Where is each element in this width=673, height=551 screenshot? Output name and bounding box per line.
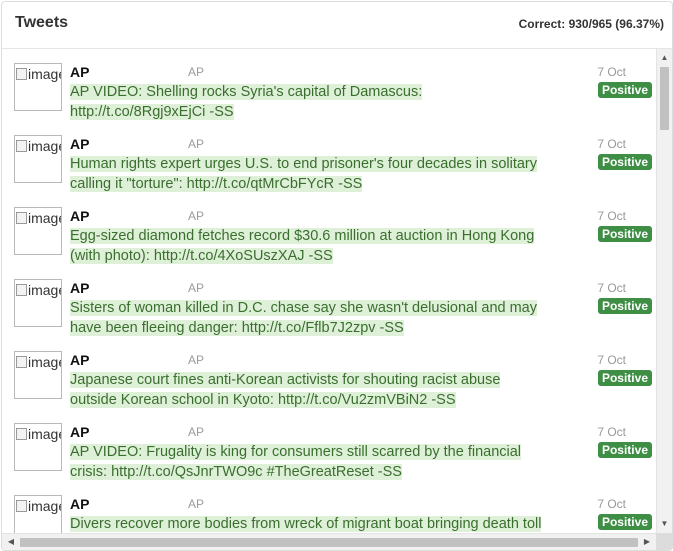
tweet-text-line: AP VIDEO: Shelling rocks Syria's capital… <box>70 84 423 100</box>
broken-image-icon <box>16 428 27 440</box>
avatar-alt-text: image <box>28 498 61 514</box>
broken-image-placeholder: image <box>16 498 61 514</box>
avatar-alt-text: image <box>28 282 61 298</box>
tweet-item: image AP AP 7 Oct Positive Japanese cour… <box>2 337 656 409</box>
avatar-alt-text: image <box>28 66 61 82</box>
tweet-handle: AP <box>188 209 205 223</box>
tweet-text: Japanese court fines anti-Korean activis… <box>70 370 560 410</box>
accuracy-summary: Correct: 930/965 (96.37%) <box>518 17 664 31</box>
tweet-date: 7 Oct <box>597 281 626 295</box>
scroll-right-arrow-icon[interactable]: ▶ <box>640 535 654 549</box>
scrollbar-corner <box>656 533 672 550</box>
avatar-alt-text: image <box>28 354 61 370</box>
tweet-text: Sisters of woman killed in D.C. chase sa… <box>70 298 560 338</box>
sentiment-label-badge: Positive <box>597 82 652 98</box>
tweet-item: image AP AP 7 Oct Positive Human rights … <box>2 121 656 193</box>
tweet-text: Egg-sized diamond fetches record $30.6 m… <box>70 226 560 266</box>
broken-image-icon <box>16 140 27 152</box>
tweet-handle: AP <box>188 137 205 151</box>
avatar: image <box>14 135 62 183</box>
tweet-item: image AP AP 7 Oct Positive AP VIDEO: She… <box>2 49 656 121</box>
tweet-text-line: AP VIDEO: Frugality is king for consumer… <box>70 444 522 460</box>
broken-image-icon <box>16 500 27 512</box>
tweet-handle: AP <box>188 65 205 79</box>
tweet-text-line: Divers recover more bodies from wreck of… <box>70 516 542 532</box>
avatar-alt-text: image <box>28 210 61 226</box>
tweet-text-line: Japanese court fines anti-Korean activis… <box>70 372 501 388</box>
tweet-text-line: Human rights expert urges U.S. to end pr… <box>70 156 537 172</box>
tweet-text: AP VIDEO: Frugality is king for consumer… <box>70 442 560 482</box>
tweet-text-line: calling it "torture": http://t.co/qtMrCb… <box>70 176 363 192</box>
broken-image-icon <box>16 68 27 80</box>
vertical-scrollbar[interactable]: ▲ ▼ <box>656 49 672 533</box>
avatar: image <box>14 351 62 399</box>
broken-image-placeholder: image <box>16 66 61 82</box>
panel-header: Tweets Correct: 930/965 (96.37%) <box>2 2 672 49</box>
tweet-item: image AP AP 7 Oct Positive Egg-sized dia… <box>2 193 656 265</box>
sentiment-label-badge: Positive <box>597 226 652 242</box>
broken-image-placeholder: image <box>16 138 61 154</box>
tweets-panel: Tweets Correct: 930/965 (96.37%) image A… <box>1 1 673 551</box>
sentiment-label-badge: Positive <box>597 442 652 458</box>
tweet-date: 7 Oct <box>597 137 626 151</box>
tweet-list[interactable]: image AP AP 7 Oct Positive AP VIDEO: She… <box>2 49 656 533</box>
tweet-date: 7 Oct <box>597 65 626 79</box>
tweet-date: 7 Oct <box>597 425 626 439</box>
tweet-author: AP <box>70 280 90 296</box>
avatar-alt-text: image <box>28 138 61 154</box>
tweet-item: image AP AP 7 Oct Positive Divers recove… <box>2 481 656 533</box>
panel-title: Tweets <box>15 14 69 31</box>
tweet-handle: AP <box>188 497 205 511</box>
tweet-text-line: Sisters of woman killed in D.C. chase sa… <box>70 300 537 316</box>
tweet-text: AP VIDEO: Shelling rocks Syria's capital… <box>70 82 560 122</box>
tweet-author: AP <box>70 496 90 512</box>
sentiment-label-badge: Positive <box>597 370 652 386</box>
sentiment-label-badge: Positive <box>597 298 652 314</box>
tweet-author: AP <box>70 136 90 152</box>
avatar: image <box>14 207 62 255</box>
sentiment-label-badge: Positive <box>597 514 652 530</box>
tweet-author: AP <box>70 208 90 224</box>
tweet-handle: AP <box>188 425 205 439</box>
broken-image-icon <box>16 356 27 368</box>
tweet-text: Human rights expert urges U.S. to end pr… <box>70 154 560 194</box>
horizontal-scroll-thumb[interactable] <box>20 538 638 547</box>
tweet-date: 7 Oct <box>597 209 626 223</box>
tweet-author: AP <box>70 424 90 440</box>
scroll-left-arrow-icon[interactable]: ◀ <box>4 535 18 549</box>
tweet-text-line: crisis: http://t.co/QsJnrTWO9c #TheGreat… <box>70 464 402 480</box>
avatar: image <box>14 495 62 533</box>
broken-image-placeholder: image <box>16 354 61 370</box>
avatar: image <box>14 63 62 111</box>
tweet-author: AP <box>70 352 90 368</box>
avatar: image <box>14 279 62 327</box>
vertical-scroll-thumb[interactable] <box>660 67 669 130</box>
tweet-date: 7 Oct <box>597 497 626 511</box>
tweet-date: 7 Oct <box>597 353 626 367</box>
sentiment-label-badge: Positive <box>597 154 652 170</box>
horizontal-scrollbar[interactable]: ◀ ▶ <box>2 533 656 550</box>
tweet-author: AP <box>70 64 90 80</box>
tweet-text-line: have been fleeing danger: http://t.co/Ff… <box>70 320 404 336</box>
broken-image-placeholder: image <box>16 282 61 298</box>
avatar-alt-text: image <box>28 426 61 442</box>
scroll-down-arrow-icon[interactable]: ▼ <box>657 517 672 531</box>
tweet-handle: AP <box>188 353 205 367</box>
tweet-handle: AP <box>188 281 205 295</box>
tweet-item: image AP AP 7 Oct Positive AP VIDEO: Fru… <box>2 409 656 481</box>
scroll-up-arrow-icon[interactable]: ▲ <box>657 51 672 65</box>
broken-image-icon <box>16 284 27 296</box>
broken-image-placeholder: image <box>16 210 61 226</box>
broken-image-placeholder: image <box>16 426 61 442</box>
tweet-text-line: (with photo): http://t.co/4XoSUszXAJ -SS <box>70 248 333 264</box>
broken-image-icon <box>16 212 27 224</box>
tweet-text-line: Egg-sized diamond fetches record $30.6 m… <box>70 228 535 244</box>
avatar: image <box>14 423 62 471</box>
tweet-text-line: http://t.co/8Rgj9xEjCi -SS <box>70 104 234 120</box>
tweet-item: image AP AP 7 Oct Positive Sisters of wo… <box>2 265 656 337</box>
tweet-text-line: outside Korean school in Kyoto: http://t… <box>70 392 456 408</box>
tweet-text: Divers recover more bodies from wreck of… <box>70 514 560 533</box>
